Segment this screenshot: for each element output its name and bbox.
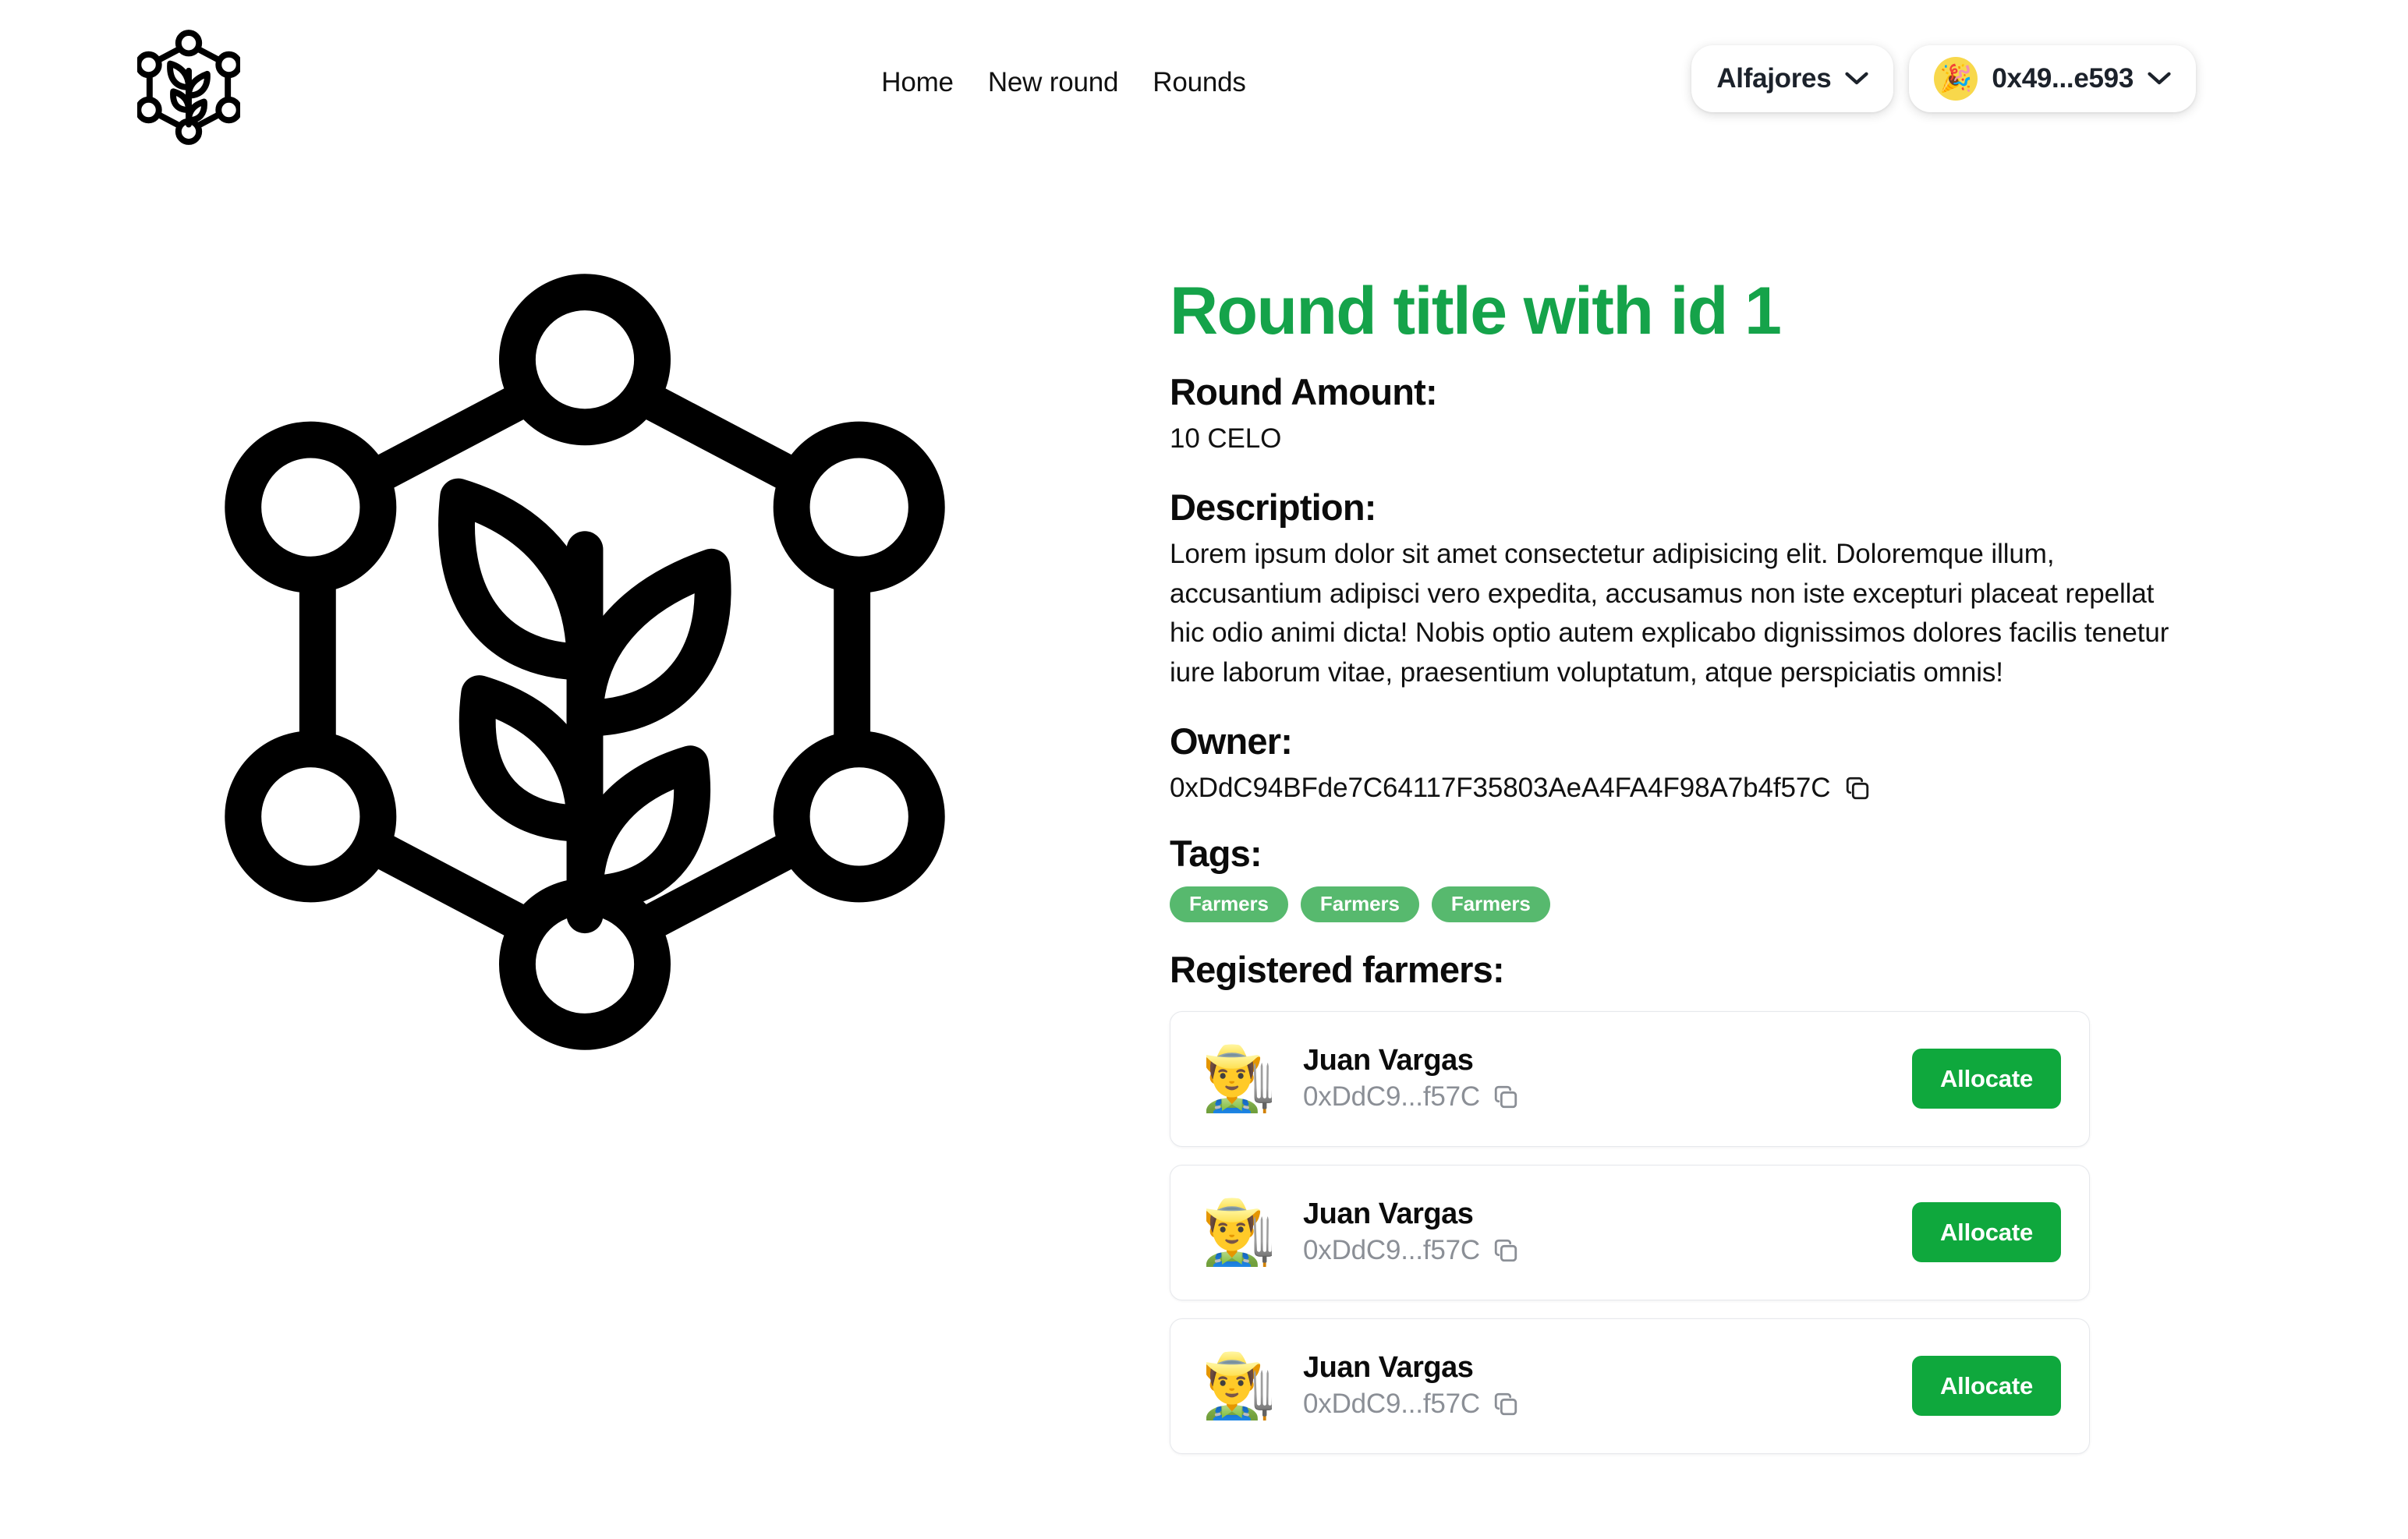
network-selector-button[interactable]: Alfajores (1691, 45, 1894, 112)
round-details: Round title with id 1 Round Amount: 10 C… (1170, 175, 2364, 1454)
tags-heading: Tags: (1170, 833, 1262, 875)
farmer-name: Juan Vargas (1303, 1351, 1474, 1385)
allocate-button[interactable]: Allocate (1912, 1355, 2061, 1417)
copy-icon[interactable] (1844, 775, 1871, 801)
farmer-address: 0xDdC9...f57C (1303, 1235, 1480, 1266)
chevron-down-icon (1845, 72, 1869, 85)
farmer-address: 0xDdC9...f57C (1303, 1081, 1480, 1113)
hero-image-column (0, 175, 1170, 1056)
description-block: Description: Lorem ipsum dolor sit amet … (1170, 486, 2185, 692)
allocate-button[interactable]: Allocate (1912, 1048, 2061, 1109)
tags-list: Farmers Farmers Farmers (1170, 886, 2185, 922)
owner-address: 0xDdC94BFde7C64117F35803AeA4FA4F98A7b4f5… (1170, 773, 1831, 804)
owner-row: 0xDdC94BFde7C64117F35803AeA4FA4F98A7b4f5… (1170, 769, 2185, 808)
farmer-address: 0xDdC9...f57C (1303, 1389, 1480, 1420)
nav-link-rounds[interactable]: Rounds (1153, 67, 1246, 98)
round-amount-block: Round Amount: 10 CELO (1170, 371, 2185, 458)
nav-link-home[interactable]: Home (881, 67, 954, 98)
farmer-address-row: 0xDdC9...f57C (1303, 1389, 1912, 1420)
chevron-down-icon (2148, 72, 2171, 85)
main-nav: Home New round Rounds (881, 67, 1246, 98)
farmer-info: Juan Vargas 0xDdC9...f57C (1303, 1045, 1912, 1112)
farmer-info: Juan Vargas 0xDdC9...f57C (1303, 1198, 1912, 1265)
farmer-address-row: 0xDdC9...f57C (1303, 1082, 1912, 1113)
hexagon-network-plant-logo-icon[interactable] (137, 25, 240, 150)
farmer-card[interactable]: 👨‍🌾 Juan Vargas 0xDdC9...f57C Allocate (1170, 1010, 2090, 1147)
registered-farmers-heading: Registered farmers: (1170, 948, 1505, 990)
farmer-avatar: 👨‍🌾 (1206, 1196, 1272, 1268)
description-heading: Description: (1170, 486, 1376, 529)
tag-chip[interactable]: Farmers (1300, 886, 1419, 922)
wallet-address-label: 0x49...e593 (1992, 63, 2134, 94)
round-amount-value: 10 CELO (1170, 423, 1282, 455)
network-selector-label: Alfajores (1716, 63, 1832, 94)
owner-heading: Owner: (1170, 720, 1293, 762)
copy-icon[interactable] (1493, 1391, 1519, 1417)
farmer-info: Juan Vargas 0xDdC9...f57C (1303, 1352, 1912, 1419)
hexagon-network-plant-logo-icon (225, 274, 945, 1050)
copy-icon[interactable] (1493, 1084, 1519, 1110)
site-header: Home New round Rounds Alfajores 🎉 0x49..… (0, 0, 2408, 175)
farmer-name: Juan Vargas (1303, 1198, 1474, 1231)
round-amount-heading: Round Amount: (1170, 371, 1438, 412)
allocate-button[interactable]: Allocate (1912, 1201, 2061, 1263)
tag-chip[interactable]: Farmers (1170, 886, 1288, 922)
header-actions: Alfajores 🎉 0x49...e593 (1691, 45, 2196, 112)
farmer-avatar: 👨‍🌾 (1206, 1042, 1272, 1114)
tag-chip[interactable]: Farmers (1431, 886, 1550, 922)
farmer-card[interactable]: 👨‍🌾 Juan Vargas 0xDdC9...f57C Allocate (1170, 1164, 2090, 1300)
copy-icon[interactable] (1493, 1237, 1519, 1264)
owner-block: Owner: 0xDdC94BFde7C64117F35803AeA4FA4F9… (1170, 720, 2185, 808)
farmer-name: Juan Vargas (1303, 1044, 1474, 1077)
wallet-avatar: 🎉 (1934, 57, 1978, 101)
main-content: Round title with id 1 Round Amount: 10 C… (0, 175, 2408, 1454)
farmer-address-row: 0xDdC9...f57C (1303, 1236, 1912, 1266)
tags-block: Tags: Farmers Farmers Farmers (1170, 833, 2185, 922)
description-text: Lorem ipsum dolor sit amet consectetur a… (1170, 539, 2169, 688)
wallet-button[interactable]: 🎉 0x49...e593 (1909, 45, 2196, 112)
farmer-card[interactable]: 👨‍🌾 Juan Vargas 0xDdC9...f57C Allocate (1170, 1318, 2090, 1454)
farmer-avatar: 👨‍🌾 (1206, 1350, 1272, 1421)
page-title: Round title with id 1 (1170, 274, 1782, 348)
nav-link-new-round[interactable]: New round (988, 67, 1119, 98)
registered-farmers-list: 👨‍🌾 Juan Vargas 0xDdC9...f57C Allocate 👨… (1170, 1010, 2185, 1454)
